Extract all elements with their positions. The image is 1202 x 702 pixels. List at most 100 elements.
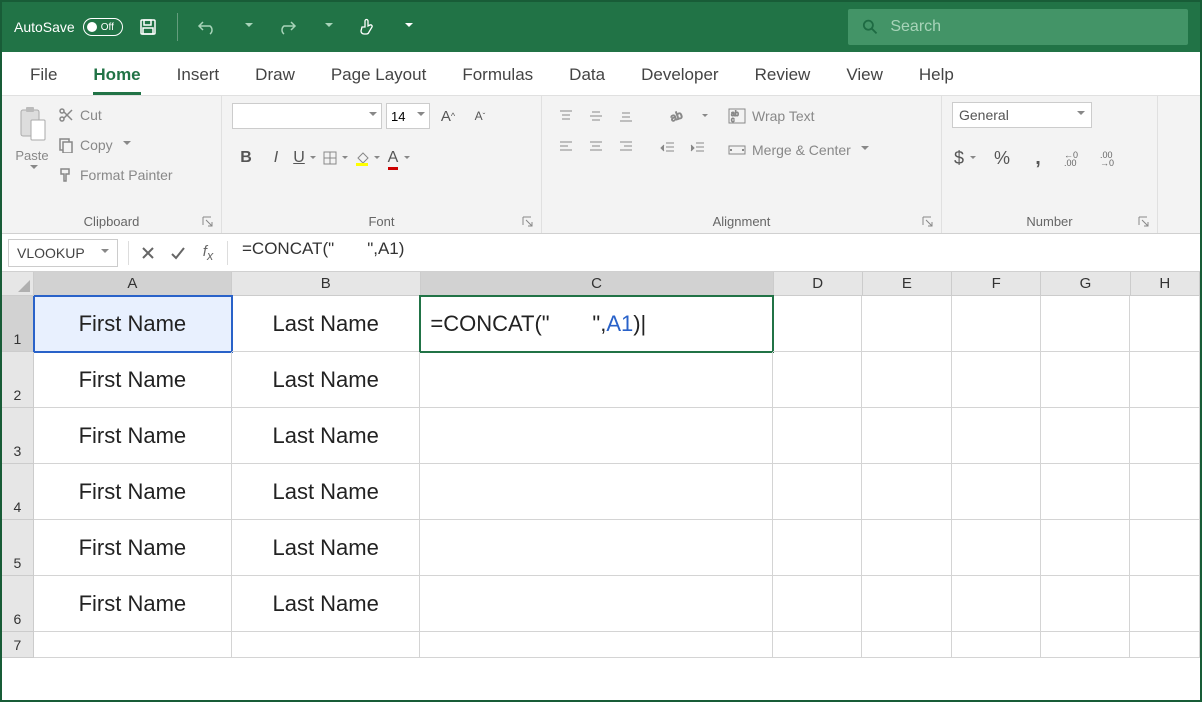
cell-H4[interactable] [1130,464,1200,520]
cell-D7[interactable] [773,632,862,658]
font-name-select[interactable] [232,103,382,129]
undo-dropdown-icon[interactable] [232,12,262,42]
cell-E7[interactable] [862,632,951,658]
col-header-H[interactable]: H [1131,272,1200,296]
name-box[interactable]: VLOOKUP [8,239,118,267]
undo-icon[interactable] [192,12,222,42]
paste-icon[interactable] [12,102,52,146]
cell-E5[interactable] [862,520,951,576]
tab-review[interactable]: Review [737,55,829,95]
cell-C7[interactable] [420,632,773,658]
orientation-button[interactable]: ab [654,102,712,130]
number-format-select[interactable]: General [952,102,1092,128]
enter-formula-icon[interactable] [163,239,193,267]
search-input[interactable] [890,18,1174,36]
format-painter-button[interactable]: Format Painter [58,162,173,188]
cell-G6[interactable] [1041,576,1130,632]
redo-icon[interactable] [272,12,302,42]
cell-D5[interactable] [773,520,862,576]
cell-B5[interactable]: Last Name [232,520,420,576]
number-launcher-icon[interactable] [1137,215,1151,229]
cell-A7[interactable] [34,632,232,658]
cell-C2[interactable] [420,352,773,408]
align-center-icon[interactable] [582,132,610,160]
cell-G7[interactable] [1041,632,1130,658]
cell-C4[interactable] [420,464,773,520]
row-header-5[interactable]: 5 [2,520,34,576]
borders-button[interactable] [322,144,352,172]
cell-D1[interactable] [773,296,862,352]
cell-F1[interactable] [952,296,1041,352]
cell-G3[interactable] [1041,408,1130,464]
merge-center-button[interactable]: Merge & Center [728,136,869,164]
decrease-font-icon[interactable]: Aˇ [466,102,494,130]
cut-button[interactable]: Cut [58,102,173,128]
percent-format-button[interactable]: % [988,144,1016,172]
cell-C5[interactable] [420,520,773,576]
font-size-select[interactable]: 14 [386,103,430,129]
paste-dropdown-icon[interactable] [30,165,38,173]
cell-A5[interactable]: First Name [34,520,232,576]
formula-input[interactable]: =CONCAT(" ",A1) [232,239,1200,267]
redo-dropdown-icon[interactable] [312,12,342,42]
cancel-formula-icon[interactable] [133,239,163,267]
cell-B4[interactable]: Last Name [232,464,420,520]
touch-mode-icon[interactable] [352,12,382,42]
cell-H7[interactable] [1130,632,1200,658]
row-header-4[interactable]: 4 [2,464,34,520]
tab-formulas[interactable]: Formulas [444,55,551,95]
cell-E4[interactable] [862,464,951,520]
tab-view[interactable]: View [828,55,901,95]
col-header-B[interactable]: B [232,272,420,296]
align-bottom-icon[interactable] [612,102,640,130]
cell-D6[interactable] [773,576,862,632]
col-header-D[interactable]: D [774,272,863,296]
cell-H6[interactable] [1130,576,1200,632]
alignment-launcher-icon[interactable] [921,215,935,229]
align-left-icon[interactable] [552,132,580,160]
cell-H2[interactable] [1130,352,1200,408]
align-top-icon[interactable] [552,102,580,130]
cell-A4[interactable]: First Name [34,464,232,520]
cell-F4[interactable] [952,464,1041,520]
col-header-F[interactable]: F [952,272,1041,296]
clipboard-launcher-icon[interactable] [201,215,215,229]
col-header-G[interactable]: G [1041,272,1130,296]
tab-file[interactable]: File [12,55,75,95]
cell-F5[interactable] [952,520,1041,576]
cell-H1[interactable] [1130,296,1200,352]
cell-F2[interactable] [952,352,1041,408]
cell-H3[interactable] [1130,408,1200,464]
decrease-decimal-icon[interactable]: .00→0 [1096,144,1124,172]
cell-B2[interactable]: Last Name [232,352,420,408]
italic-button[interactable]: I [262,144,290,172]
cell-D3[interactable] [773,408,862,464]
align-right-icon[interactable] [612,132,640,160]
cell-E6[interactable] [862,576,951,632]
font-color-button[interactable]: A [386,144,414,172]
cell-C3[interactable] [420,408,773,464]
row-header-7[interactable]: 7 [2,632,34,658]
fx-icon[interactable]: fx [193,239,223,267]
decrease-indent-icon[interactable] [654,134,682,162]
cell-D2[interactable] [773,352,862,408]
search-box[interactable] [848,9,1188,45]
tab-draw[interactable]: Draw [237,55,313,95]
cell-A2[interactable]: First Name [34,352,232,408]
cell-A1[interactable]: First Name [34,296,232,352]
comma-format-button[interactable]: , [1024,144,1052,172]
cell-G2[interactable] [1041,352,1130,408]
col-header-E[interactable]: E [863,272,952,296]
touch-dropdown-icon[interactable] [392,12,422,42]
cell-E3[interactable] [862,408,951,464]
tab-insert[interactable]: Insert [159,55,238,95]
underline-button[interactable]: U [292,144,320,172]
tab-developer[interactable]: Developer [623,55,737,95]
align-middle-icon[interactable] [582,102,610,130]
row-header-1[interactable]: 1 [2,296,34,352]
col-header-A[interactable]: A [34,272,232,296]
increase-font-icon[interactable]: A^ [434,102,462,130]
wrap-text-button[interactable]: abc Wrap Text [728,102,869,130]
select-all-corner[interactable] [2,272,34,296]
cell-A6[interactable]: First Name [34,576,232,632]
